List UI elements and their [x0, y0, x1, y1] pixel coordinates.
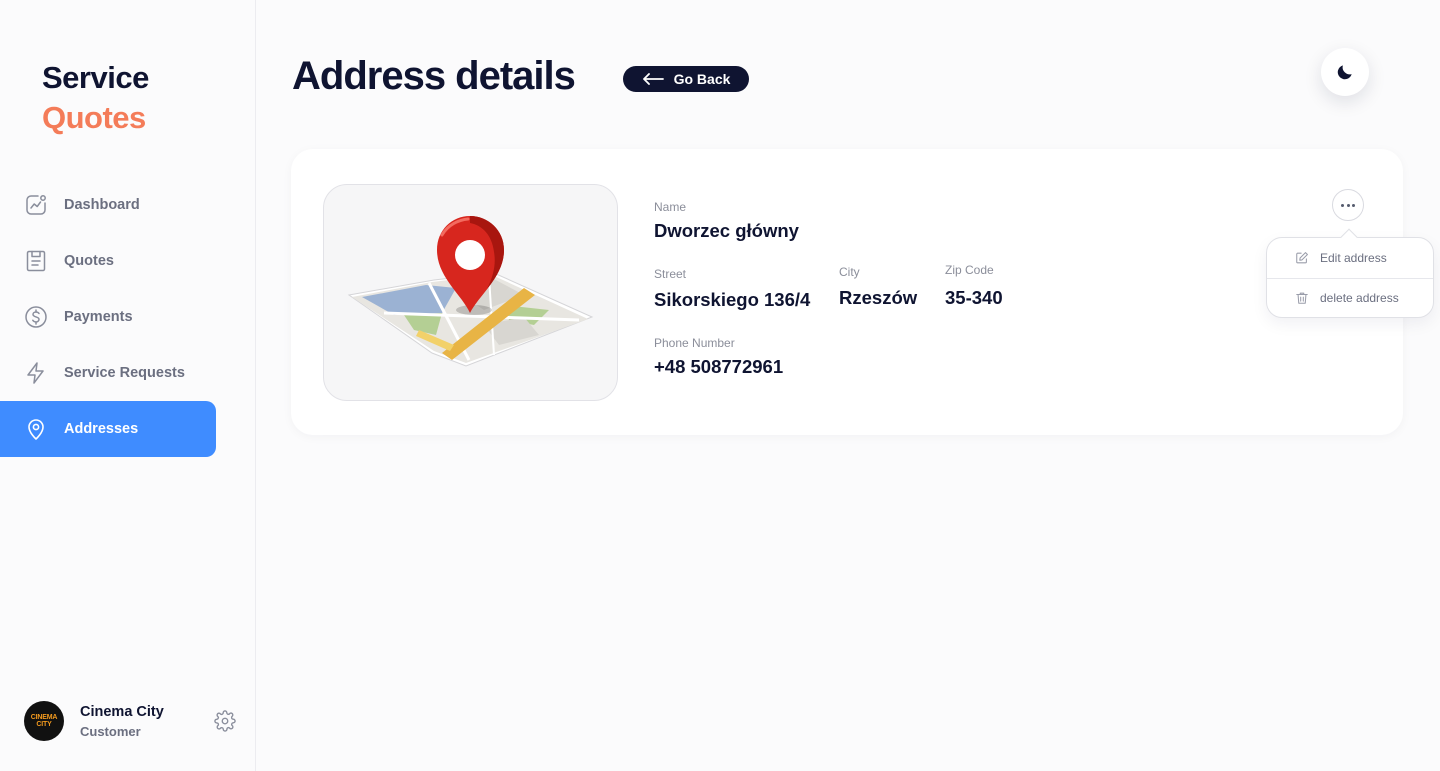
profile-role: Customer [80, 723, 141, 739]
dollar-icon [24, 305, 48, 329]
edit-address-menu-item[interactable]: Edit address [1267, 238, 1433, 278]
city-label: City [839, 265, 860, 279]
sidebar-item-quotes[interactable]: Quotes [0, 233, 216, 289]
gear-icon[interactable] [214, 710, 236, 732]
dot [1351, 203, 1355, 207]
sidebar-item-label: Payments [64, 309, 133, 325]
sidebar-nav: Dashboard Quotes Payments Service Reques… [0, 177, 256, 457]
phone-number-value: +48 508772961 [654, 356, 784, 377]
name-value: Dworzec główny [654, 220, 799, 241]
theme-toggle-button[interactable] [1321, 48, 1369, 96]
name-label: Name [654, 200, 687, 214]
page-title: Address details [292, 54, 576, 98]
sidebar-item-service-requests[interactable]: Service Requests [0, 345, 216, 401]
street-value: Sikorskiego 136/4 [654, 289, 811, 310]
lightning-icon [24, 361, 48, 385]
address-actions-menu: Edit address delete address [1266, 228, 1434, 318]
arrow-left-icon [642, 73, 664, 85]
zip-code-label: Zip Code [945, 263, 994, 277]
document-icon [24, 249, 48, 273]
chart-icon [24, 193, 48, 217]
address-card: Name Dworzec główny Street Sikorskiego 1… [291, 149, 1403, 435]
go-back-button[interactable]: Go Back [623, 66, 749, 92]
phone-number-label: Phone Number [654, 336, 735, 350]
brand-line-2: Quotes [42, 100, 146, 135]
avatar-text: CITY [36, 721, 52, 728]
dot [1346, 203, 1350, 207]
sidebar-item-payments[interactable]: Payments [0, 289, 216, 345]
go-back-label: Go Back [673, 71, 731, 87]
map-pin-illustration [347, 216, 594, 367]
profile-name: Cinema City [80, 703, 164, 720]
sidebar-item-dashboard[interactable]: Dashboard [0, 177, 216, 233]
avatar: CINEMA CITY [24, 701, 64, 741]
brand-line-1: Service [42, 60, 149, 95]
map-illustration [323, 184, 618, 401]
sidebar-item-addresses[interactable]: Addresses [0, 401, 216, 457]
profile-text: Cinema City Customer [80, 704, 164, 739]
sidebar-item-label: Addresses [64, 421, 139, 437]
zip-code-value: 35-340 [945, 287, 1003, 308]
sidebar-item-label: Dashboard [64, 197, 140, 213]
sidebar: Service Quotes Dashboard Quotes Payments… [0, 0, 256, 771]
sidebar-item-label: Quotes [64, 253, 114, 269]
user-profile[interactable]: CINEMA CITY Cinema City Customer [24, 701, 240, 741]
edit-address-label: Edit address [1320, 251, 1387, 265]
dot [1341, 203, 1345, 207]
avatar-text: CINEMA [30, 714, 58, 721]
app-window: Service Quotes Dashboard Quotes Payments… [0, 0, 1440, 771]
trash-icon [1296, 292, 1308, 304]
delete-address-menu-item[interactable]: delete address [1267, 278, 1433, 318]
sidebar-item-label: Service Requests [64, 365, 185, 381]
street-label: Street [654, 267, 687, 281]
more-options-button[interactable] [1332, 189, 1364, 221]
delete-address-label: delete address [1320, 291, 1399, 305]
city-value: Rzeszów [839, 287, 918, 308]
edit-icon [1296, 252, 1308, 264]
location-pin-icon [24, 417, 48, 441]
moon-icon [1337, 65, 1352, 80]
brand-logo: Service Quotes [42, 58, 149, 138]
